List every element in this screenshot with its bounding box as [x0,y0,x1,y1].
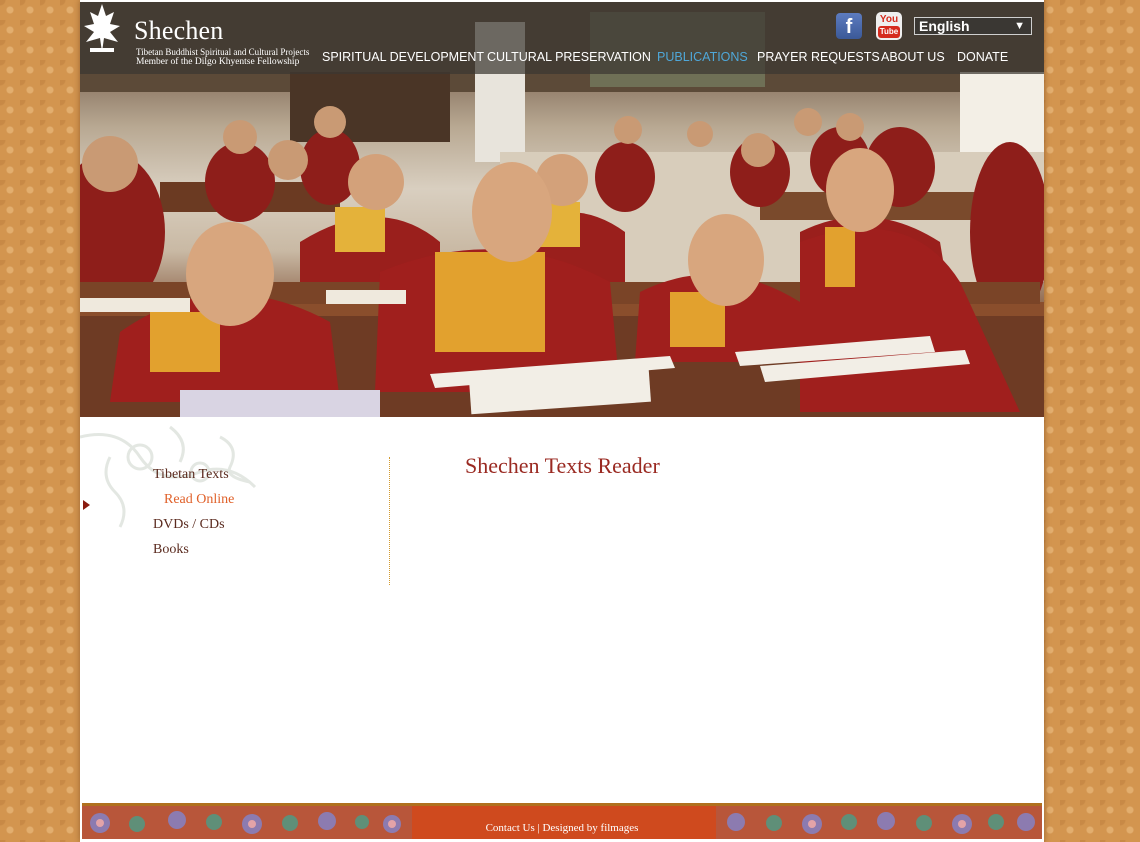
content-area: Tibetan Texts Read Online DVDs / CDs Boo… [80,417,1044,803]
footer-band: Contact Us | Designed by filmages [82,803,1042,839]
language-select[interactable]: English ▼ [914,17,1032,35]
caret-right-icon [83,500,90,510]
page-title: Shechen Texts Reader [465,453,660,478]
footer-links: Contact Us | Designed by filmages [82,822,1042,834]
footer-designer-link[interactable]: Designed by filmages [542,822,638,834]
language-value: English [919,18,970,34]
facebook-icon[interactable]: f [836,13,862,39]
hero-photo: Shechen Tibetan Buddhist Spiritual and C… [80,2,1044,417]
nav-cultural-preservation[interactable]: CULTURAL PRESERVATION [487,50,651,64]
column-divider [389,457,390,585]
footer-separator: | [537,822,540,834]
sidebar-item-tibetan-texts[interactable]: Tibetan Texts [153,467,229,483]
nav-about-us[interactable]: ABOUT US [881,50,945,64]
sidebar-item-read-online[interactable]: Read Online [164,492,234,508]
nav-spiritual-development[interactable]: SPIRITUAL DEVELOPMENT [322,50,484,64]
site-subtagline: Member of the Dilgo Khyentse Fellowship [136,57,300,67]
nav-prayer-requests[interactable]: PRAYER REQUESTS [757,50,880,64]
youtube-icon[interactable]: You Tube [876,12,902,40]
nav-publications[interactable]: PUBLICATIONS [657,50,748,64]
site-tagline: Tibetan Buddhist Spiritual and Cultural … [136,47,310,57]
header-bar: Shechen Tibetan Buddhist Spiritual and C… [80,2,1044,74]
site-name[interactable]: Shechen [134,16,223,46]
sidebar-item-books[interactable]: Books [153,542,189,558]
chevron-down-icon: ▼ [1014,20,1025,32]
footer-contact-link[interactable]: Contact Us [486,822,535,834]
nav-donate[interactable]: DONATE [957,50,1008,64]
logo-emblem-icon[interactable] [80,2,124,56]
page-wrapper: Shechen Tibetan Buddhist Spiritual and C… [80,0,1044,842]
sidebar-item-dvds-cds[interactable]: DVDs / CDs [153,517,225,533]
